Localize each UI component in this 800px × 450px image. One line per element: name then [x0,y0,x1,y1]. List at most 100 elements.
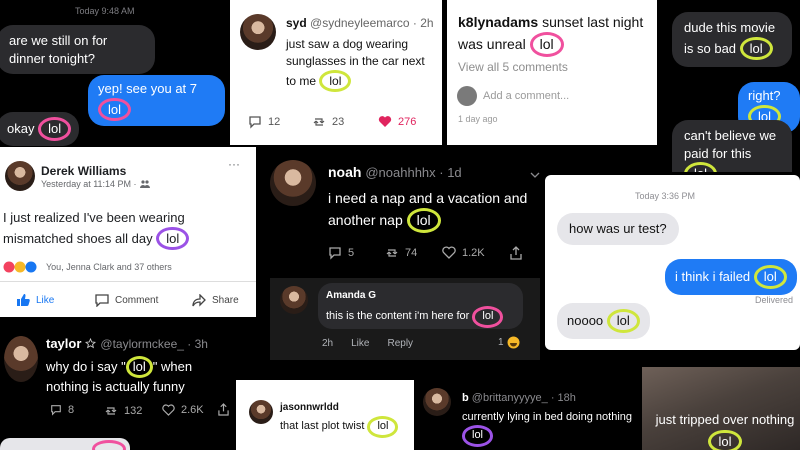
view-all-comments-link[interactable]: View all 5 comments [458,60,568,74]
post-author-name[interactable]: Derek Williams [41,164,126,178]
heart-icon [442,246,456,259]
message-bubble-received: are we still on for dinner tonight? [0,25,155,75]
share-button[interactable] [510,246,522,260]
comment-username[interactable]: k8lynadams [458,14,538,30]
photo-caption-text: just tripped over nothing lol [654,411,796,450]
post-timestamp: Yesterday at 11:14 PM · [41,179,137,189]
tweet-card-taylor: taylor @taylormckee_ · 3h why do i say "… [0,322,232,450]
reply-button[interactable]: 8 [50,404,74,416]
like-button[interactable]: 2.6K [162,404,204,416]
retweet-icon [313,118,325,126]
comment-like-button[interactable]: Like [351,338,369,349]
comment-card-jason: jasonnwrldd that last plot twist lol [236,380,414,450]
avatar [249,400,273,424]
avatar [280,286,308,314]
add-comment-input[interactable]: Add a comment... [483,90,569,102]
reply-icon [249,116,261,129]
reply-button[interactable]: 5 [328,246,354,260]
tweet-card-b: b @brittanyyyye_ · 18h currently lying i… [418,382,640,450]
imessage-thread-center: Today 3:36 PM how was ur test? i think i… [545,175,800,350]
reply-button[interactable]: 12 [248,115,280,129]
reaction-summary[interactable]: You, Jenna Clark and 37 others [46,262,172,272]
more-options-icon[interactable]: ··· [228,157,240,171]
comment-card-amanda: Amanda G this is the content i'm here fo… [270,278,540,360]
avatar [457,86,477,106]
tweet-author-name[interactable]: syd [286,16,307,30]
lol-highlight: lol [739,36,773,61]
tweet-author-name[interactable]: noah [328,164,361,180]
friends-icon [139,180,150,188]
retweet-button[interactable]: 23 [312,115,344,129]
comment-button[interactable]: Comment [95,294,158,307]
like-button[interactable]: 276 [378,115,416,128]
heart-icon [378,116,392,127]
tweet-text: currently lying in bed doing nothing lol [462,410,640,447]
comment-text: k8lynadams sunset last night was unreal … [458,12,648,57]
lol-highlight: lol [406,208,441,233]
avatar [5,161,35,191]
tweet-card-syd: syd @sydneyleemarco · 2h just saw a dog … [230,0,442,145]
lol-highlight: lol [156,226,190,251]
share-button[interactable]: Share [192,294,239,307]
instagram-comment-card: k8lynadams sunset last night was unreal … [447,0,657,145]
tweet-handle: @taylormckee_ · 3h [100,336,208,351]
retweet-icon [386,249,398,257]
comment-username[interactable]: jasonnwrldd [280,402,339,413]
avatar [270,160,316,206]
tweet-handle: @sydneyleemarco · 2h [310,16,434,30]
message-bubble-received: dude this movie is so bad lol [672,12,792,68]
lol-highlight: lol [125,356,153,378]
message-bubble-received: okay lol [0,112,80,146]
avatar [423,388,451,416]
retweet-button[interactable]: 132 [104,404,142,418]
comment-author-name[interactable]: Amanda G [326,290,376,301]
imessage-thread-top: Today 9:48 AM are we still on for dinner… [0,0,225,150]
lol-highlight: lol [472,306,504,328]
tweet-handle: @brittanyyyye_ · 18h [471,392,576,404]
comment-timestamp: 2h [322,338,334,349]
share-icon [510,246,522,260]
message-bubble-received: can't believe we paid for this lol [672,120,792,172]
comment-text: this is the content i'm here for lol [326,306,504,328]
lol-highlight: lol [98,97,132,122]
comment-icon [95,294,109,307]
laughing-emoji-icon [507,336,520,349]
star-icon [85,338,97,349]
tweet-more-icon[interactable] [530,172,540,178]
message-timestamp: Today 3:36 PM [635,191,696,201]
lol-highlight: lol [606,309,640,333]
lol-highlight: lol [753,265,787,289]
tweet-handle: @noahhhhx · 1d [365,165,462,180]
retweet-icon [105,407,117,415]
retweet-button[interactable]: 74 [385,246,417,260]
lol-highlight: lol [529,32,564,57]
like-button[interactable]: Like [16,294,54,307]
tweet-author-name[interactable]: b [462,392,469,404]
tweet-text: i need a nap and a vacation and another … [328,188,538,233]
tweet-text: just saw a dog wearing sunglasses in the… [286,36,436,93]
like-button[interactable]: 1.2K [442,246,485,259]
lol-highlight: lol [462,425,494,447]
reaction-count: 1 [498,337,504,348]
comment-text: that last plot twist lol [280,416,399,438]
lol-highlight: lol [684,162,718,172]
post-text: I just realized I've been wearing mismat… [3,209,253,251]
heart-icon [162,404,175,416]
message-bubble-received: noooo lol [557,303,650,339]
lol-highlight: lol [38,117,72,141]
lol-highlight: lol [319,69,352,93]
share-icon [218,403,229,416]
avatar [4,336,38,382]
reply-icon [329,247,341,260]
comment-timestamp: 1 day ago [458,114,498,124]
message-timestamp: Today 9:48 AM [75,6,135,16]
message-bubble-sent: yep! see you at 7 lol [88,75,225,127]
imessage-thread-right: dude this movie is so bad lol right? lol… [660,0,800,172]
tweet-card-noah: noah @noahhhhx · 1d i need a nap and a v… [260,146,550,276]
comment-reply-button[interactable]: Reply [387,338,413,349]
chevron-down-icon [530,172,540,178]
facebook-post-card: Derek Williams Yesterday at 11:14 PM · ·… [0,147,256,317]
message-bubble-received: how was ur test? [557,213,679,245]
share-button[interactable] [218,403,229,416]
tweet-author-name[interactable]: taylor [46,336,81,351]
